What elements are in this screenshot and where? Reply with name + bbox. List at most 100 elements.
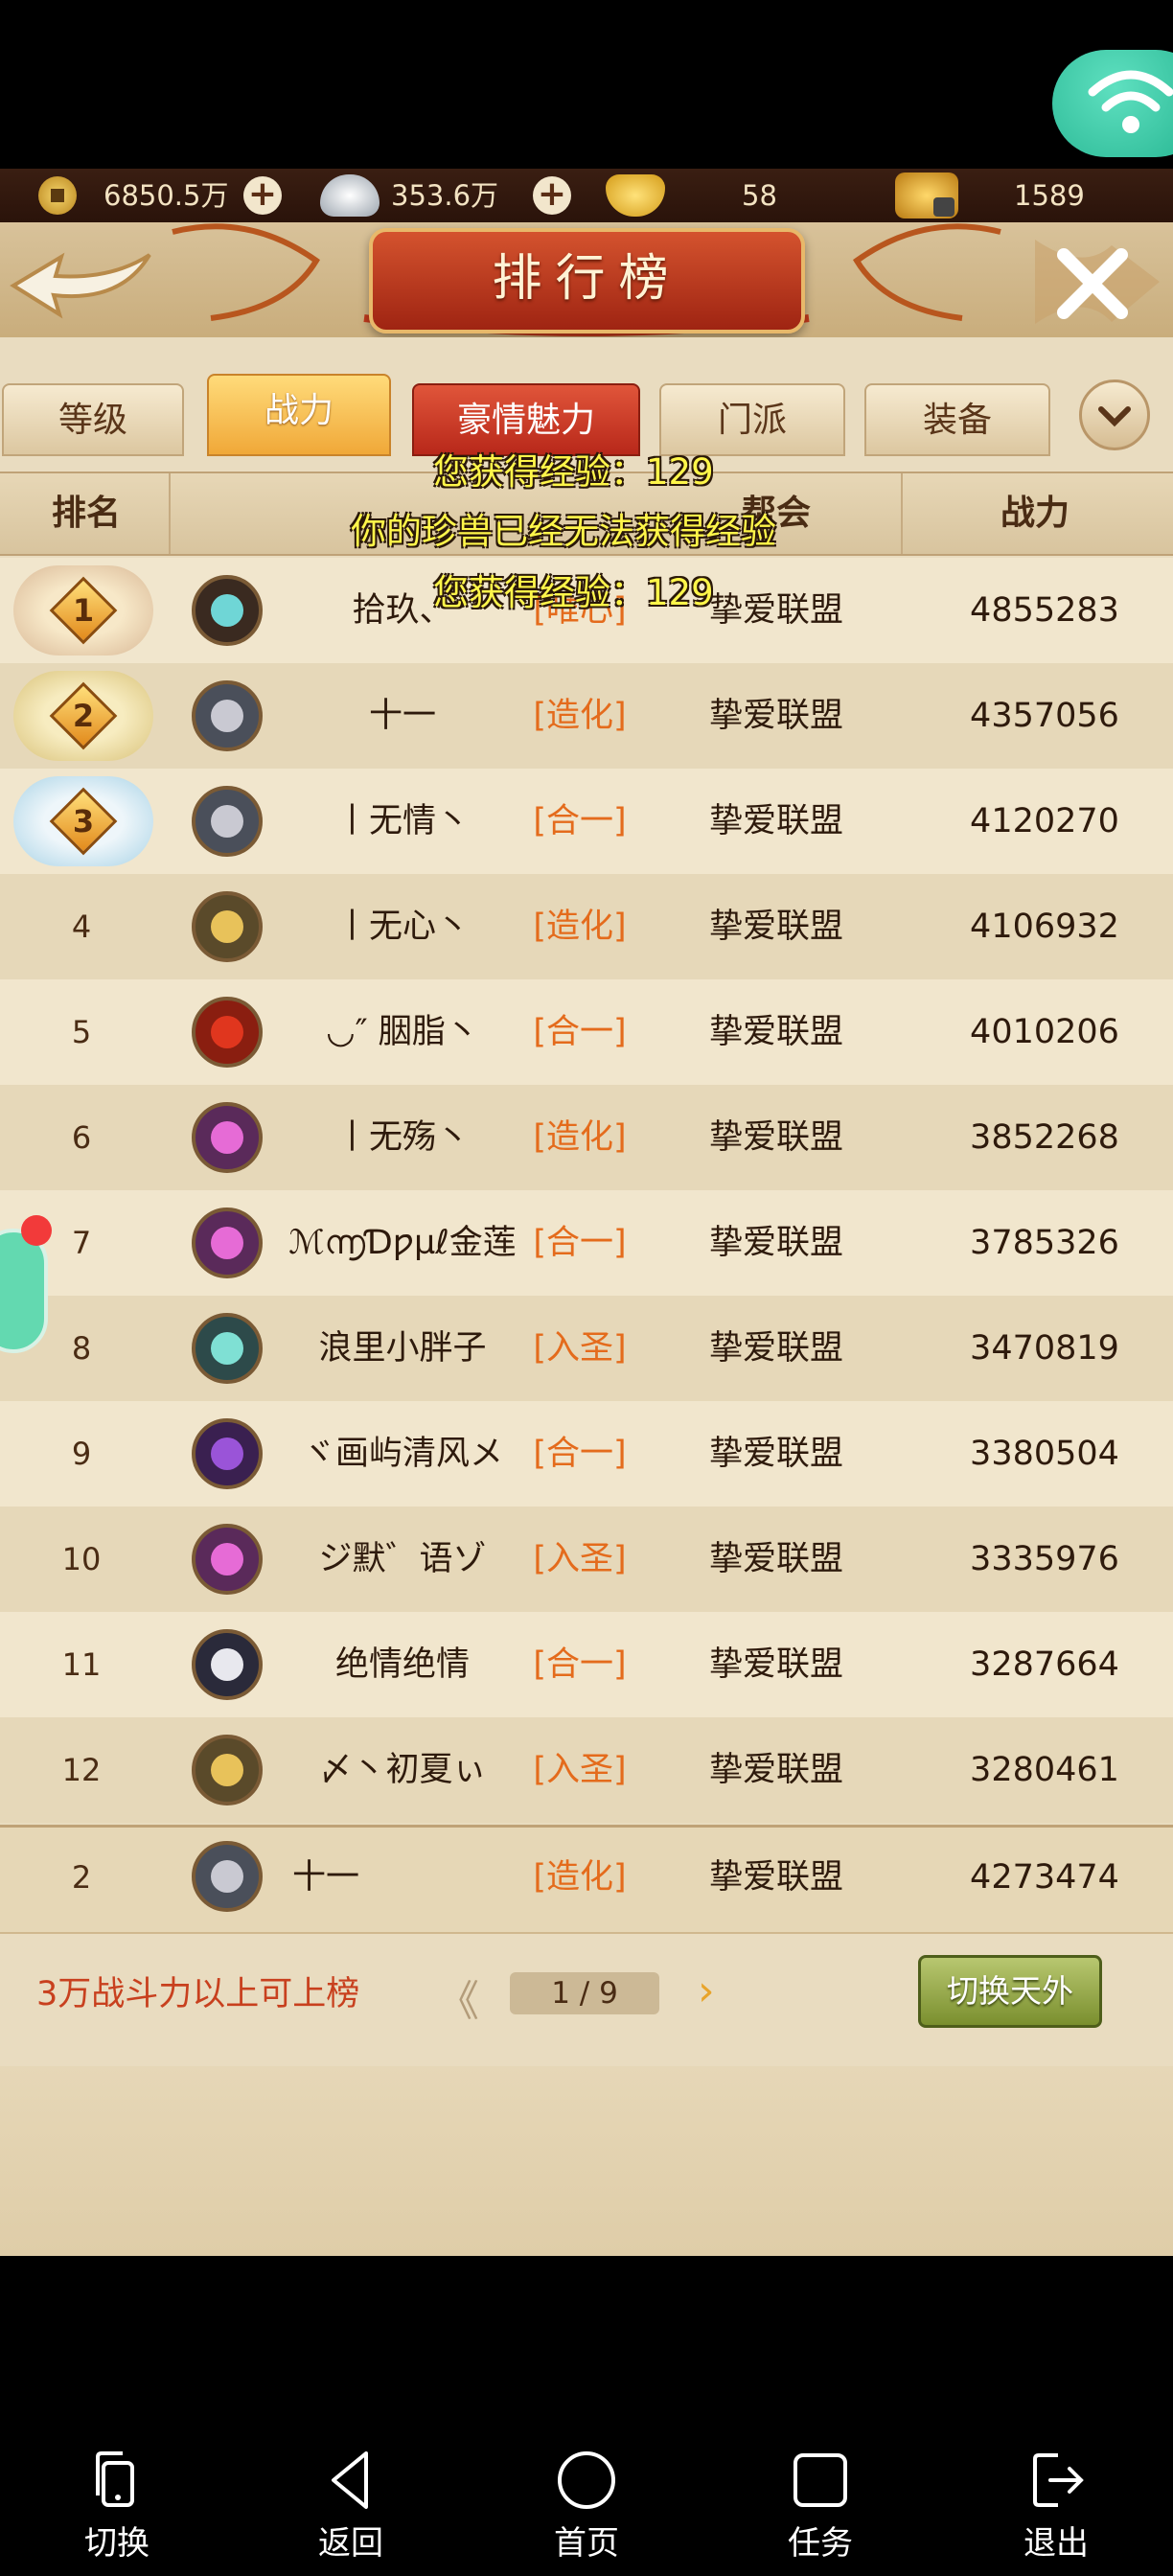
- back-arrow-button[interactable]: [6, 236, 159, 322]
- my-realm: [造化]: [533, 1858, 627, 1897]
- rank-number: 12: [61, 1752, 102, 1788]
- player-realm: [合一]: [533, 1645, 627, 1684]
- sect-avatar: [192, 997, 263, 1068]
- sect-avatar: [192, 1418, 263, 1489]
- rank-number: 5: [71, 1014, 92, 1050]
- gold-amount: 58: [742, 179, 777, 212]
- table-row[interactable]: 10 ジ默゛语ゾ [入圣] 挚爱联盟 3335976: [0, 1506, 1173, 1612]
- player-power: 3470819: [970, 1329, 1119, 1368]
- player-name: 十一: [368, 697, 436, 735]
- close-button[interactable]: [997, 234, 1169, 330]
- player-power: 3335976: [970, 1540, 1119, 1578]
- table-row[interactable]: 3 丨无情丶 [合一] 挚爱联盟 4120270: [0, 769, 1173, 874]
- sect-avatar: [192, 891, 263, 962]
- exit-icon: [1033, 2453, 1084, 2507]
- table-row[interactable]: 8 浪里小胖子 [入圣] 挚爱联盟 3470819: [0, 1296, 1173, 1401]
- my-ranking-row[interactable]: 2 十一 [造化] 挚爱联盟 4273474: [0, 1825, 1173, 1932]
- header-divider: [169, 473, 171, 554]
- player-realm: [入圣]: [533, 1329, 627, 1368]
- wifi-bubble[interactable]: [1052, 50, 1173, 157]
- nav-back[interactable]: 返回: [279, 2517, 423, 2564]
- player-realm: [入圣]: [533, 1540, 627, 1578]
- player-power: 3852268: [970, 1118, 1119, 1157]
- copper-amount: 6850.5万: [104, 179, 229, 212]
- rank-number: 10: [61, 1541, 102, 1577]
- sect-avatar: [192, 1102, 263, 1173]
- rank-medal-1: 1: [13, 565, 153, 656]
- table-row[interactable]: 2 十一 [造化] 挚爱联盟 4357056: [0, 663, 1173, 769]
- nav-exit[interactable]: 退出: [984, 2517, 1128, 2564]
- table-row[interactable]: 6 丨无殇丶 [造化] 挚爱联盟 3852268: [0, 1085, 1173, 1190]
- player-realm: [合一]: [533, 1224, 627, 1262]
- silver-ingot-icon: [320, 174, 380, 217]
- player-power: 4357056: [970, 697, 1119, 735]
- player-name: 浪里小胖子: [318, 1329, 487, 1368]
- tab-equipment[interactable]: 装备: [864, 383, 1050, 456]
- page-title: 排行榜: [492, 250, 682, 308]
- sect-avatar: [192, 1841, 263, 1912]
- table-row[interactable]: 9 ヾ画屿清风メ [合一] 挚爱联盟 3380504: [0, 1401, 1173, 1506]
- player-realm: [合一]: [533, 1435, 627, 1473]
- player-guild: 挚爱联盟: [708, 1540, 843, 1578]
- prev-page-button[interactable]: 《: [437, 1966, 479, 2028]
- exp-gain-message: 您获得经验：129: [433, 572, 714, 613]
- nav-home[interactable]: 首页: [515, 2517, 658, 2564]
- rank-medal-3: 3: [13, 776, 153, 866]
- pet-exp-message: 你的珍兽已经无法获得经验: [351, 511, 776, 552]
- home-circle-icon: [558, 2451, 615, 2509]
- player-guild: 挚爱联盟: [708, 802, 843, 840]
- add-silver-button[interactable]: +: [533, 176, 571, 215]
- player-guild: 挚爱联盟: [708, 1645, 843, 1684]
- sect-avatar: [192, 680, 263, 751]
- table-row[interactable]: 12 〆丶初夏ぃ [入圣] 挚爱联盟 3280461: [0, 1717, 1173, 1823]
- rank-number: 11: [61, 1646, 102, 1683]
- player-realm: [合一]: [533, 1013, 627, 1051]
- player-power: 3380504: [970, 1435, 1119, 1473]
- sect-avatar: [192, 1735, 263, 1806]
- gold-ingot-icon: [606, 174, 665, 217]
- next-page-button[interactable]: ›: [698, 1966, 715, 2015]
- bound-gold-amount: 1589: [1014, 179, 1085, 212]
- sect-avatar: [192, 1313, 263, 1384]
- table-row[interactable]: 7 ℳ൬Ɗƿµℓ金莲 [合一] 挚爱联盟 3785326: [0, 1190, 1173, 1296]
- nav-switch[interactable]: 切换: [45, 2517, 189, 2564]
- player-power: 4855283: [970, 591, 1119, 630]
- page-indicator: 1 / 9: [510, 1972, 659, 2014]
- table-row[interactable]: 5 ◡″ 胭脂丶 [合一] 挚爱联盟 4010206: [0, 979, 1173, 1085]
- table-row[interactable]: 4 丨无心丶 [造化] 挚爱联盟 4106932: [0, 874, 1173, 979]
- tab-level[interactable]: 等级: [2, 383, 184, 456]
- sect-avatar: [192, 1208, 263, 1278]
- more-tabs-button[interactable]: [1079, 380, 1150, 450]
- player-name: 丨无心丶: [334, 908, 470, 946]
- phone-switch-icon: [96, 2451, 134, 2507]
- header-divider: [901, 473, 903, 554]
- my-rank: 2: [71, 1859, 92, 1896]
- player-guild: 挚爱联盟: [708, 697, 843, 735]
- tab-power[interactable]: 战力: [207, 374, 391, 456]
- player-name: ℳ൬Ɗƿµℓ金莲: [288, 1224, 517, 1262]
- player-guild: 挚爱联盟: [708, 1435, 843, 1473]
- copper-coin-icon: [38, 176, 77, 215]
- player-guild: 挚爱联盟: [708, 1013, 843, 1051]
- my-guild: 挚爱联盟: [708, 1858, 843, 1897]
- rank-number: 9: [71, 1436, 92, 1472]
- wifi-icon: [1088, 70, 1173, 133]
- player-name: ◡″ 胭脂丶: [326, 1013, 479, 1051]
- silver-amount: 353.6万: [391, 179, 499, 212]
- player-realm: [造化]: [533, 1118, 627, 1157]
- player-name: 〆丶初夏ぃ: [318, 1751, 487, 1789]
- sect-avatar: [192, 786, 263, 857]
- table-row[interactable]: 11 绝情绝情 [合一] 挚爱联盟 3287664: [0, 1612, 1173, 1717]
- floating-assistant-button[interactable]: [0, 1229, 48, 1353]
- nav-tasks[interactable]: 任务: [748, 2517, 892, 2564]
- add-copper-button[interactable]: +: [243, 176, 282, 215]
- switch-realm-button[interactable]: 切换天外: [918, 1955, 1102, 2028]
- player-power: 4120270: [970, 802, 1119, 840]
- header-power: 战力: [1000, 494, 1070, 533]
- player-name: ジ默゛语ゾ: [318, 1540, 487, 1578]
- player-name: 绝情绝情: [334, 1645, 470, 1684]
- player-name: 丨无殇丶: [334, 1118, 470, 1157]
- notification-dot: [21, 1215, 52, 1246]
- player-guild: 挚爱联盟: [708, 1118, 843, 1157]
- rank-number: 6: [71, 1119, 92, 1156]
